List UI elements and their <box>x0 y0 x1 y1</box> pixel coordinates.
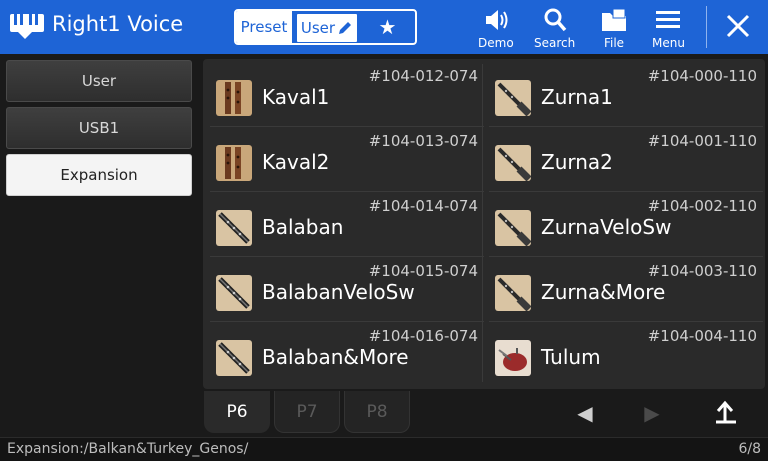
voice-item[interactable]: #104-015-074 BalabanVeloSw <box>210 257 484 322</box>
search-button[interactable]: Search <box>534 6 575 52</box>
voice-number: #104-001-110 <box>647 132 757 150</box>
voice-item[interactable]: #104-012-074 Kaval1 <box>210 62 484 127</box>
demo-button[interactable]: Demo <box>478 6 514 52</box>
page-tab-p7[interactable]: P7 <box>274 391 340 433</box>
voice-source-switch: Preset User ★ <box>234 9 417 45</box>
file-button[interactable]: File <box>599 6 629 52</box>
search-icon <box>544 8 566 32</box>
voice-item[interactable]: #104-002-110 ZurnaVeloSw <box>489 192 763 257</box>
folder-icon <box>602 8 626 31</box>
zurna-icon <box>495 210 531 246</box>
voice-number: #104-003-110 <box>647 262 757 280</box>
voice-item[interactable]: #104-016-074 Balaban&More <box>210 322 484 387</box>
file-label: File <box>603 36 625 50</box>
voice-name: BalabanVeloSw <box>262 280 415 304</box>
voice-number: #104-013-074 <box>368 132 478 150</box>
status-bar: Expansion:/Balkan&Turkey_Genos/ 6/8 <box>0 437 768 461</box>
tab-user[interactable]: User <box>295 12 359 43</box>
kaval-icon <box>216 80 252 116</box>
zurna-icon <box>495 275 531 311</box>
kaval-icon <box>216 145 252 181</box>
menu-icon <box>656 11 681 28</box>
voice-name: Kaval1 <box>262 85 330 109</box>
voice-number: #104-016-074 <box>368 327 478 345</box>
voice-number: #104-002-110 <box>647 197 757 215</box>
close-icon[interactable] <box>724 11 752 41</box>
voice-name: Zurna2 <box>541 150 613 174</box>
balaban-icon <box>216 210 252 246</box>
voice-name: Balaban&More <box>262 345 409 369</box>
voice-number: #104-015-074 <box>368 262 478 280</box>
menu-label: Menu <box>652 36 685 50</box>
voice-name: Zurna&More <box>541 280 666 304</box>
voice-item[interactable]: #104-003-110 Zurna&More <box>489 257 763 322</box>
sidebar-item-expansion[interactable]: Expansion <box>6 154 192 196</box>
zurna-icon <box>495 145 531 181</box>
header-bar: Right1 Voice Preset User ★ Demo Search F… <box>0 0 768 54</box>
header-divider <box>706 6 707 48</box>
page-title: Right1 Voice <box>52 12 184 36</box>
voice-item[interactable]: #104-001-110 Zurna2 <box>489 127 763 192</box>
zurna-icon <box>495 80 531 116</box>
menu-button[interactable]: Menu <box>652 6 685 52</box>
voice-number: #104-000-110 <box>647 67 757 85</box>
up-folder-icon[interactable] <box>710 398 740 428</box>
sidebar-item-usb1[interactable]: USB1 <box>6 107 192 149</box>
speaker-icon <box>485 10 508 30</box>
voice-number: #104-012-074 <box>368 67 478 85</box>
voice-item[interactable]: #104-000-110 Zurna1 <box>489 62 763 127</box>
sidebar-item-user[interactable]: User <box>6 60 192 102</box>
tab-favorite[interactable]: ★ <box>360 11 415 43</box>
voice-item[interactable]: #104-014-074 Balaban <box>210 192 484 257</box>
keyboard-voice-icon <box>10 14 44 39</box>
page-counter: 6/8 <box>738 441 761 457</box>
voice-item[interactable]: #104-004-110 Tulum <box>489 322 763 387</box>
tulum-icon <box>495 340 531 376</box>
tab-preset[interactable]: Preset <box>236 11 294 43</box>
page-tab-p8[interactable]: P8 <box>344 391 410 433</box>
prev-page-button[interactable]: ◀ <box>570 398 600 428</box>
voice-name: Tulum <box>541 345 601 369</box>
voice-name: Zurna1 <box>541 85 613 109</box>
voice-number: #104-004-110 <box>647 327 757 345</box>
voice-name: Kaval2 <box>262 150 330 174</box>
balaban-icon <box>216 275 252 311</box>
voice-item[interactable]: #104-013-074 Kaval2 <box>210 127 484 192</box>
folder-path: Expansion:/Balkan&Turkey_Genos/ <box>7 441 249 457</box>
voice-number: #104-014-074 <box>368 197 478 215</box>
tab-user-label: User <box>300 19 336 37</box>
pencil-icon <box>339 22 352 34</box>
page-tab-p6[interactable]: P6 <box>204 391 270 433</box>
search-label: Search <box>534 36 576 50</box>
balaban-icon <box>216 340 252 376</box>
voice-name: ZurnaVeloSw <box>541 215 672 239</box>
demo-label: Demo <box>478 36 514 50</box>
voice-name: Balaban <box>262 215 344 239</box>
next-page-button[interactable]: ▶ <box>637 398 667 428</box>
